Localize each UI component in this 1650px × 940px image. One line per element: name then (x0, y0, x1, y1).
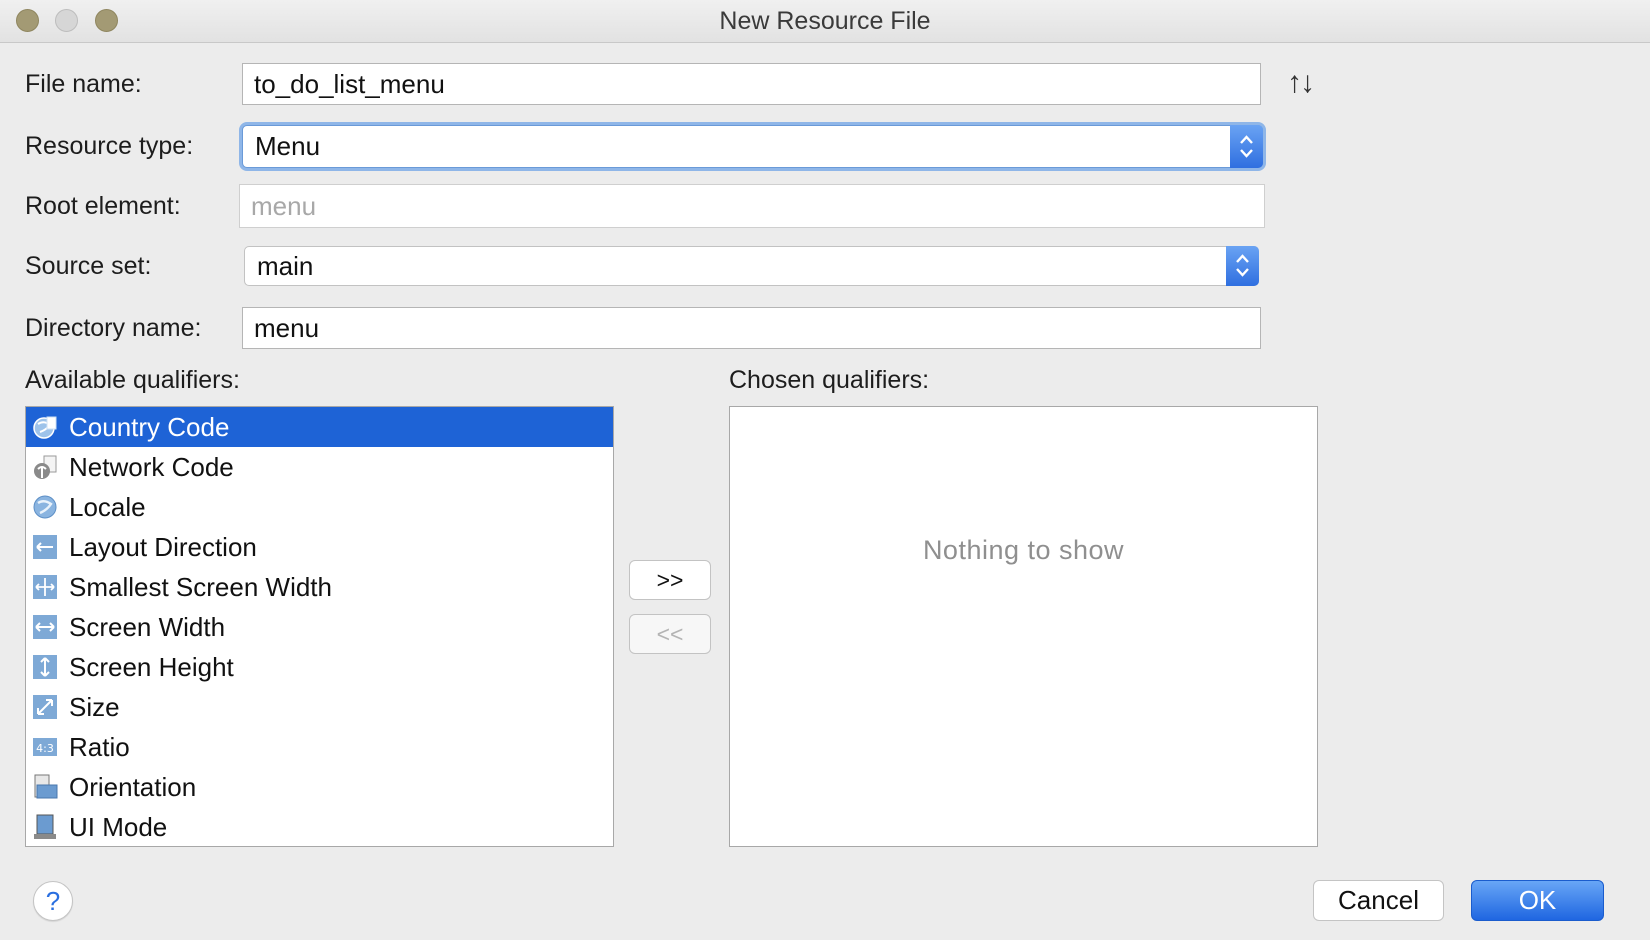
list-item-label: Screen Height (69, 652, 234, 682)
list-item-country-code[interactable]: Country Code (26, 407, 613, 447)
screen-width-icon (32, 614, 58, 640)
list-item-label: UI Mode (69, 812, 168, 842)
network-antenna-icon (32, 454, 58, 480)
cancel-button[interactable]: Cancel (1313, 880, 1444, 921)
source-set-select[interactable]: main (244, 246, 1259, 286)
window-title: New Resource File (719, 7, 931, 35)
list-item-label: Locale (69, 492, 146, 522)
directory-name-input[interactable]: menu (242, 307, 1261, 349)
list-item-label: Ratio (69, 732, 130, 762)
directory-name-label: Directory name: (25, 314, 202, 342)
root-element-label: Root element: (25, 192, 181, 220)
chosen-qualifiers-list[interactable]: Nothing to show (729, 406, 1318, 847)
layout-direction-icon (32, 534, 58, 560)
size-icon (32, 694, 58, 720)
available-qualifiers-label: Available qualifiers: (25, 366, 240, 394)
remove-qualifier-button[interactable]: << (629, 614, 711, 654)
available-qualifiers-list[interactable]: Country Code Network Code Locale Layout … (25, 406, 614, 847)
source-set-value: main (257, 251, 314, 281)
smallest-width-icon (32, 574, 58, 600)
list-item-label: Screen Width (69, 612, 226, 642)
source-set-label: Source set: (25, 252, 152, 280)
file-name-input[interactable]: to_do_list_menu (242, 63, 1261, 105)
globe-icon (32, 494, 58, 520)
list-item-smallest-screen-width[interactable]: Smallest Screen Width (26, 567, 613, 607)
file-name-label: File name: (25, 70, 142, 98)
list-item-network-code[interactable]: Network Code (26, 447, 613, 487)
root-element-input: menu (239, 184, 1265, 228)
globe-sim-icon (32, 414, 58, 440)
chevron-up-down-icon[interactable] (1230, 125, 1263, 168)
list-item-orientation[interactable]: Orientation (26, 767, 613, 807)
add-qualifier-button[interactable]: >> (629, 560, 711, 600)
orientation-icon (32, 774, 58, 800)
svg-text:4:3: 4:3 (36, 742, 54, 755)
list-item-label: Orientation (69, 772, 197, 802)
new-resource-file-dialog: New Resource File File name: to_do_list_… (0, 0, 1650, 940)
list-item-locale[interactable]: Locale (26, 487, 613, 527)
list-item-label: Network Code (69, 452, 234, 482)
ui-mode-icon (32, 814, 58, 840)
list-item-label: Country Code (69, 412, 230, 442)
list-item-screen-width[interactable]: Screen Width (26, 607, 613, 647)
screen-height-icon (32, 654, 58, 680)
resource-type-select[interactable]: Menu (242, 125, 1263, 168)
chosen-qualifiers-label: Chosen qualifiers: (729, 366, 930, 394)
ratio-icon: 4:3 (32, 734, 58, 760)
list-item-screen-height[interactable]: Screen Height (26, 647, 613, 687)
empty-state-text: Nothing to show (922, 535, 1125, 565)
list-item-layout-direction[interactable]: Layout Direction (26, 527, 613, 567)
resource-type-label: Resource type: (25, 132, 194, 160)
list-item-size[interactable]: Size (26, 687, 613, 727)
title-bar: New Resource File (0, 0, 1650, 43)
resource-type-value: Menu (255, 131, 321, 161)
list-item-label: Smallest Screen Width (69, 572, 332, 602)
list-item-ui-mode[interactable]: UI Mode (26, 807, 613, 846)
chevron-up-down-icon[interactable] (1226, 246, 1259, 286)
ok-button[interactable]: OK (1471, 880, 1604, 921)
list-item-ratio[interactable]: 4:3 Ratio (26, 727, 613, 767)
help-button[interactable]: ? (33, 881, 73, 921)
up-down-arrows-icon[interactable]: ↑↓ (1287, 66, 1315, 100)
list-item-label: Layout Direction (69, 532, 257, 562)
list-item-label: Size (69, 692, 120, 722)
